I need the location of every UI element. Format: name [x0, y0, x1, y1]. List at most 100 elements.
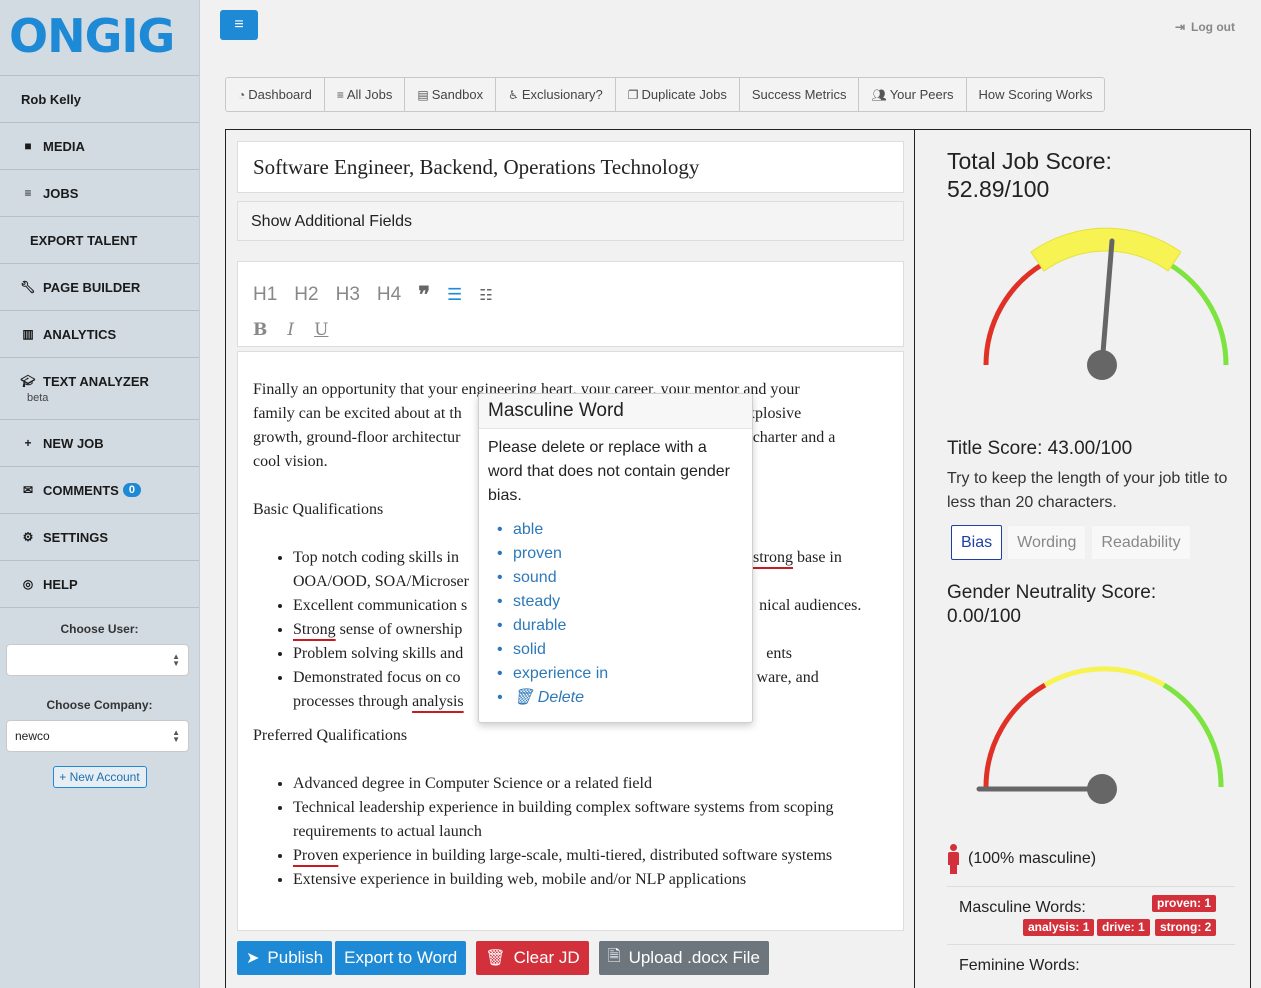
list-item: Advanced degree in Computer Science or a…	[293, 772, 888, 796]
sidebar-item-label: COMMENTS	[43, 482, 119, 498]
logout-link[interactable]: ⇥ Log out	[1175, 18, 1241, 34]
job-title-input[interactable]: Software Engineer, Backend, Operations T…	[237, 141, 904, 193]
sidebar-item-help[interactable]: ◎ HELP	[0, 561, 199, 608]
underline-button[interactable]: U	[314, 320, 328, 340]
nav-all-jobs[interactable]: ≡ All Jobs	[325, 78, 406, 111]
logo[interactable]: ONGIG	[0, 0, 199, 76]
gender-score-label: Gender Neutrality Score:	[947, 582, 1157, 603]
suggestion-steady[interactable]: steady	[497, 590, 743, 614]
list-text: Excellent communication s	[293, 597, 468, 614]
list-icon: ≡	[336, 88, 344, 102]
sidebar-item-analytics[interactable]: ▥ ANALYTICS	[0, 311, 199, 358]
tab-wording[interactable]: Wording	[1007, 525, 1087, 560]
total-score-value: 52.89/100	[947, 176, 1050, 202]
new-account-label: New Account	[69, 770, 140, 784]
sidebar-item-label: EXPORT TALENT	[30, 232, 138, 248]
italic-button[interactable]: I	[287, 320, 294, 340]
list-text: experience in building large-scale, mult…	[338, 847, 833, 864]
gender-score-value: 0.00/100	[947, 606, 1021, 627]
life-ring-icon: ◎	[22, 577, 34, 591]
suggestion-able[interactable]: able	[497, 518, 743, 542]
masculine-word-tag[interactable]: analysis: 1	[1023, 919, 1095, 936]
gauge-red-arc	[983, 682, 1047, 788]
gender-neutrality-score: Gender Neutrality Score: 0.00/100	[947, 581, 1156, 629]
choose-company-select[interactable]: newco ▲ ▼	[6, 720, 189, 752]
flagged-word[interactable]: analysis	[412, 693, 464, 710]
button-label: Publish	[267, 948, 324, 967]
gauge-yellow-arc	[1043, 666, 1166, 688]
choose-user-select[interactable]: ▲ ▼	[6, 644, 189, 676]
heading-4-button[interactable]: H4	[377, 284, 401, 306]
nav-how-scoring-works[interactable]: How Scoring Works	[967, 78, 1105, 111]
suggestion-experience-in[interactable]: experience in	[497, 662, 743, 686]
new-account-button[interactable]: + New Account	[52, 766, 147, 788]
sidebar-item-jobs[interactable]: ≡ JOBS	[0, 170, 199, 217]
nav-your-peers[interactable]: 👥︎ Your Peers	[859, 78, 967, 111]
score-column: Total Job Score: 52.89/100 Title Score: 4…	[916, 130, 1252, 988]
masculine-word-tag[interactable]: strong: 2	[1155, 919, 1217, 936]
list-text: OOA/OOD, SOA/Microser	[293, 573, 469, 590]
nav-dashboard[interactable]: ◔ Dashboard	[226, 78, 325, 111]
sidebar-user-name[interactable]: Rob Kelly	[0, 76, 199, 123]
bold-button[interactable]: B	[253, 320, 267, 340]
nav-label: Duplicate Jobs	[641, 87, 727, 102]
sidebar-item-media[interactable]: ■ MEDIA	[0, 123, 199, 170]
tab-readability[interactable]: Readability	[1091, 525, 1191, 560]
tab-bias[interactable]: Bias	[951, 525, 1003, 560]
list-text: processes through	[293, 693, 413, 710]
numbered-list-icon[interactable]: ☷	[479, 286, 492, 304]
list-text: ware, and	[756, 669, 819, 686]
flagged-word[interactable]: Proven	[293, 847, 338, 864]
choose-company-label: Choose Company:	[46, 698, 153, 712]
suggestion-sound[interactable]: sound	[497, 566, 743, 590]
heading-2-button[interactable]: H2	[294, 284, 318, 306]
upload-docx-button[interactable]: 🗎︎ Upload .docx File	[598, 941, 769, 975]
gauge-red-arc	[983, 261, 1045, 366]
sidebar-item-new-job[interactable]: + NEW JOB	[0, 420, 199, 467]
nav-label: How Scoring Works	[978, 87, 1093, 102]
title-score: Title Score: 43.00/100	[947, 438, 1133, 459]
flagged-word[interactable]: Strong	[293, 621, 336, 638]
masculine-word-tag[interactable]: drive: 1	[1097, 919, 1150, 936]
total-score-label: Total Job Score:	[947, 148, 1112, 174]
publish-button[interactable]: ➤ Publish	[237, 941, 333, 975]
masculine-word-tag[interactable]: proven: 1	[1152, 895, 1217, 912]
suggestion-proven[interactable]: proven	[497, 542, 743, 566]
word-lists: Masculine Words: proven: 1 analysis: 1 d…	[947, 886, 1235, 988]
clear-jd-button[interactable]: 🗑︎ Clear JD	[476, 941, 589, 975]
list-text: Problem solving skills and	[293, 645, 464, 662]
newspaper-icon: ▤	[417, 88, 429, 102]
nav-exclusionary[interactable]: ♿︎ Exclusionary?	[496, 78, 616, 111]
sidebar-item-page-builder[interactable]: 🔧︎ PAGE BUILDER	[0, 264, 199, 311]
export-to-word-button[interactable]: Export to Word	[335, 941, 467, 975]
nav-label: Your Peers	[889, 87, 954, 102]
suggestion-durable[interactable]: durable	[497, 614, 743, 638]
show-additional-fields[interactable]: Show Additional Fields	[237, 201, 904, 241]
heading-1-button[interactable]: H1	[253, 284, 277, 306]
heading-3-button[interactable]: H3	[336, 284, 360, 306]
delete-word-option[interactable]: 🗑︎ Delete	[497, 686, 743, 710]
intro-text: growth, ground-floor architectur	[253, 429, 461, 446]
blockquote-icon[interactable]: ❞	[418, 282, 430, 308]
bullet-list-icon[interactable]: ☰	[447, 285, 462, 305]
suggestion-solid[interactable]: solid	[497, 638, 743, 662]
sidebar-item-label: SETTINGS	[43, 529, 109, 545]
logo-text: ONGIG	[9, 9, 175, 63]
action-buttons: ➤ Publish Export to Word 🗑︎ Clear JD 🗎︎ Upl…	[237, 941, 779, 975]
users-icon: 👥︎	[871, 88, 887, 102]
sidebar-item-comments[interactable]: ✉ COMMENTS 0	[0, 467, 199, 514]
sidebar-item-text-analyzer[interactable]: 🎓︎ TEXT ANALYZER beta	[0, 358, 199, 420]
sidebar-item-settings[interactable]: ⚙ SETTINGS	[0, 514, 199, 561]
masculine-percentage-text: (100% masculine)	[968, 850, 1097, 867]
editor-toolbar: H1 H2 H3 H4 ❞ ☰ ☷ B I U	[237, 261, 904, 347]
sidebar-item-label: PAGE BUILDER	[43, 279, 141, 295]
nav-success-metrics[interactable]: Success Metrics	[740, 78, 860, 111]
flagged-word[interactable]: strong	[753, 549, 793, 566]
nav-sandbox[interactable]: ▤ Sandbox	[405, 78, 497, 111]
sidebar-item-export-talent[interactable]: EXPORT TALENT	[0, 217, 199, 264]
nav-duplicate-jobs[interactable]: ❐ Duplicate Jobs	[616, 78, 740, 111]
menu-toggle-button[interactable]: ≡	[220, 10, 258, 40]
sign-out-icon: ⇥	[1174, 20, 1186, 34]
bar-chart-icon: ▥	[22, 327, 34, 341]
nav-label: Exclusionary?	[521, 87, 603, 102]
